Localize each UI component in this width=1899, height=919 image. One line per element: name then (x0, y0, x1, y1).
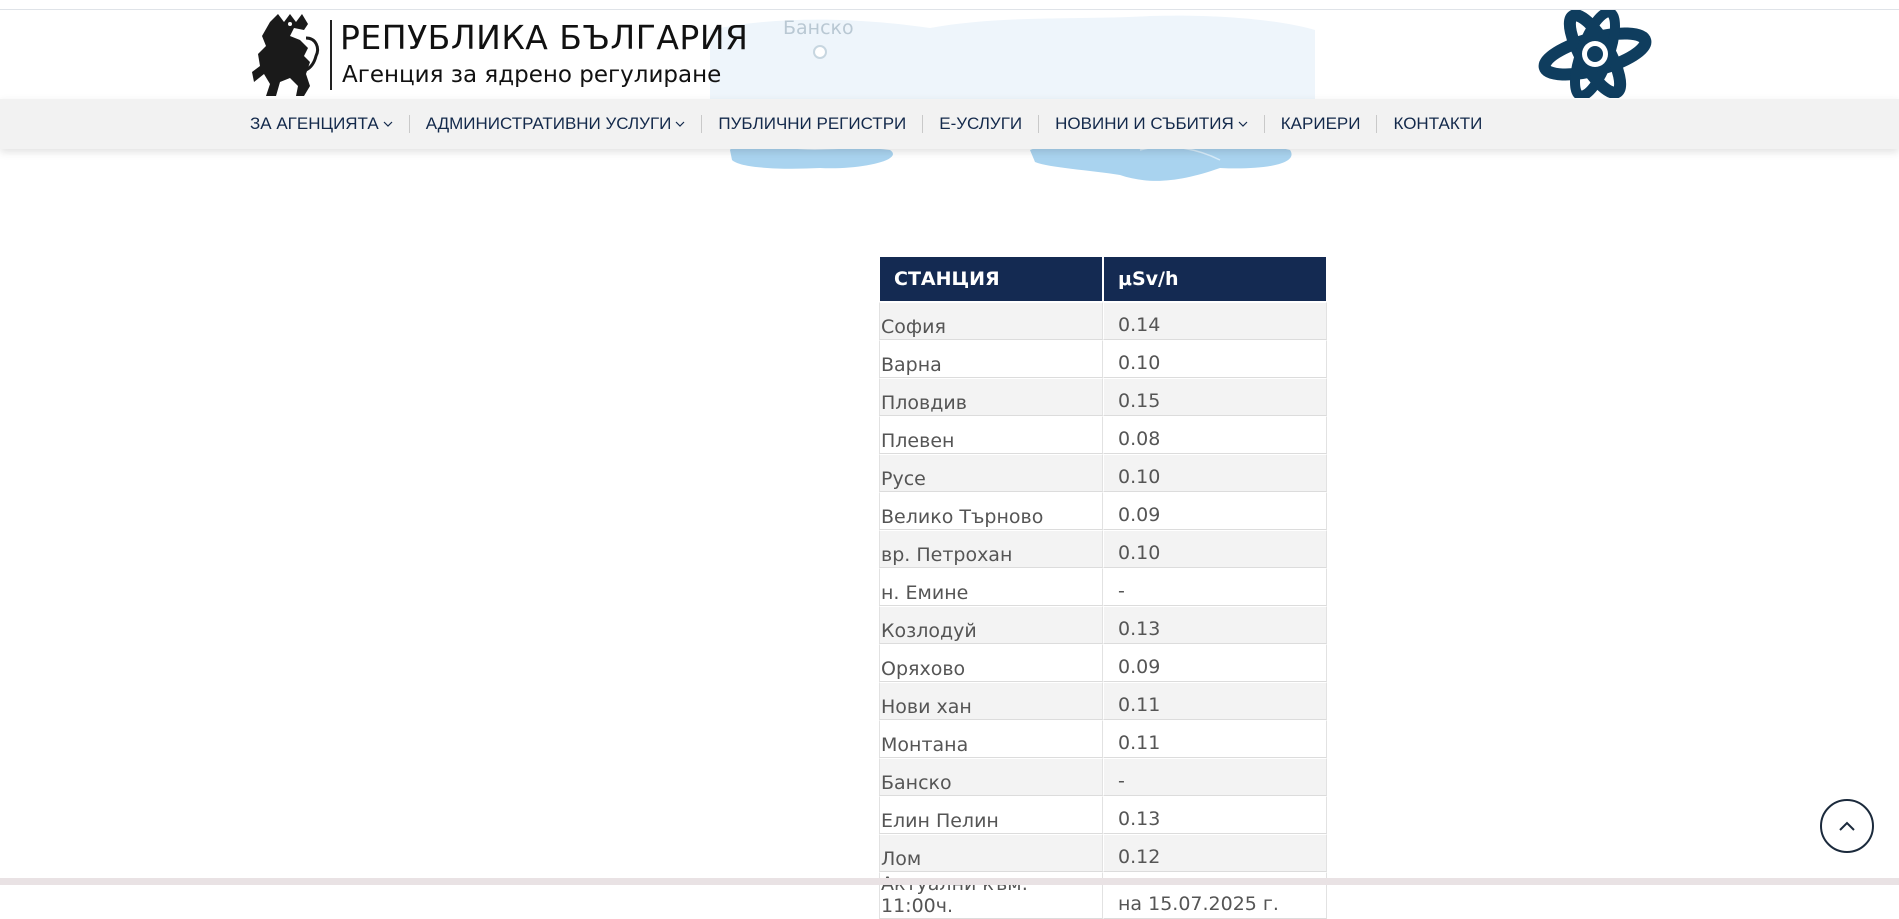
map-label: Банско (783, 17, 854, 39)
table-row: Варна 0.10 (879, 340, 1327, 378)
value-cell: 0.08 (1103, 416, 1327, 454)
atom-logo-icon[interactable] (1535, 10, 1653, 98)
station-cell: Лом (879, 834, 1103, 872)
value-cell: 0.13 (1103, 796, 1327, 834)
station-cell: Варна (879, 340, 1103, 378)
chevron-down-icon (383, 121, 393, 127)
nav-item-label: ЗА АГЕНЦИЯТА (250, 114, 379, 133)
station-cell: Елин Пелин (879, 796, 1103, 834)
value-cell: 0.11 (1103, 682, 1327, 720)
table-header-row: СТАНЦИЯ μSv/h (879, 256, 1327, 302)
station-cell: Монтана (879, 720, 1103, 758)
nav-item-label: АДМИНИСТРАТИВНИ УСЛУГИ (425, 114, 672, 133)
column-header-station: СТАНЦИЯ (879, 256, 1103, 302)
nav-item-label: КАРИЕРИ (1280, 114, 1361, 133)
table-row: Монтана 0.11 (879, 720, 1327, 758)
station-cell: н. Емине (879, 568, 1103, 606)
nav-separator (408, 115, 410, 133)
value-cell: 0.10 (1103, 340, 1327, 378)
table-row: Оряхово 0.09 (879, 644, 1327, 682)
nav-item-about[interactable]: ЗА АГЕНЦИЯТА (250, 114, 393, 134)
nav-item-news-events[interactable]: НОВИНИ И СЪБИТИЯ (1055, 114, 1248, 134)
nav-item-e-services[interactable]: Е-УСЛУГИ (939, 114, 1022, 134)
nav-item-label: Е-УСЛУГИ (939, 114, 1023, 133)
value-cell: 0.14 (1103, 302, 1327, 340)
table-row: Лом 0.12 (879, 834, 1327, 872)
footer-edge (0, 878, 1899, 885)
table-row: Козлодуй 0.13 (879, 606, 1327, 644)
logo-subtitle: Агенция за ядрено регулиране (342, 62, 722, 88)
nav-item-label: КОНТАКТИ (1393, 114, 1483, 133)
chevron-down-icon (1238, 121, 1248, 127)
nav-item-contacts[interactable]: КОНТАКТИ (1393, 114, 1482, 134)
station-cell: Велико Търново (879, 492, 1103, 530)
station-cell: Русе (879, 454, 1103, 492)
station-cell: Козлодуй (879, 606, 1103, 644)
table-row: н. Емине - (879, 568, 1327, 606)
chevron-down-icon (675, 121, 685, 127)
station-cell: Пловдив (879, 378, 1103, 416)
station-cell: Нови хан (879, 682, 1103, 720)
value-cell: 0.10 (1103, 530, 1327, 568)
table-row: Банско - (879, 758, 1327, 796)
table-row: Нови хан 0.11 (879, 682, 1327, 720)
table-row: София 0.14 (879, 302, 1327, 340)
nav-item-careers[interactable]: КАРИЕРИ (1281, 114, 1361, 134)
nav-item-label: НОВИНИ И СЪБИТИЯ (1055, 114, 1234, 133)
nav-separator (701, 115, 703, 133)
site-logo[interactable]: РЕПУБЛИКА БЪЛГАРИЯ Агенция за ядрено рег… (250, 12, 748, 100)
logo-title: РЕПУБЛИКА БЪЛГАРИЯ (340, 18, 749, 57)
table-row: Елин Пелин 0.13 (879, 796, 1327, 834)
radiation-table: СТАНЦИЯ μSv/h София 0.14 Варна 0.10 Плов… (879, 256, 1327, 919)
nav-separator (1263, 115, 1265, 133)
nav-separator (922, 115, 924, 133)
station-cell: Оряхово (879, 644, 1103, 682)
nav-item-label: ПУБЛИЧНИ РЕГИСТРИ (718, 114, 907, 133)
nav-item-admin-services[interactable]: АДМИНИСТРАТИВНИ УСЛУГИ (426, 114, 686, 134)
table-row: Русе 0.10 (879, 454, 1327, 492)
station-cell: Плевен (879, 416, 1103, 454)
table-row: Плевен 0.08 (879, 416, 1327, 454)
scroll-to-top-button[interactable] (1820, 799, 1874, 853)
table-row: Пловдив 0.15 (879, 378, 1327, 416)
top-border (0, 0, 1899, 10)
value-cell: 0.09 (1103, 492, 1327, 530)
nav-separator (1376, 115, 1378, 133)
map-marker (813, 45, 827, 59)
main-navigation: ЗА АГЕНЦИЯТА АДМИНИСТРАТИВНИ УСЛУГИ ПУБЛ… (0, 99, 1899, 149)
nav-separator (1038, 115, 1040, 133)
value-cell: 0.10 (1103, 454, 1327, 492)
value-cell: 0.09 (1103, 644, 1327, 682)
station-cell: София (879, 302, 1103, 340)
logo-divider (330, 20, 332, 90)
value-cell: 0.11 (1103, 720, 1327, 758)
station-cell: Банско (879, 758, 1103, 796)
column-header-dose: μSv/h (1103, 256, 1327, 302)
chevron-up-icon (1839, 821, 1855, 831)
value-cell: 0.12 (1103, 834, 1327, 872)
value-cell: 0.13 (1103, 606, 1327, 644)
lion-crest-icon (252, 14, 320, 96)
station-cell: вр. Петрохан (879, 530, 1103, 568)
value-cell: 0.15 (1103, 378, 1327, 416)
nav-item-public-registers[interactable]: ПУБЛИЧНИ РЕГИСТРИ (718, 114, 906, 134)
value-cell: - (1103, 568, 1327, 606)
table-row: вр. Петрохан 0.10 (879, 530, 1327, 568)
table-row: Велико Търново 0.09 (879, 492, 1327, 530)
value-cell: - (1103, 758, 1327, 796)
